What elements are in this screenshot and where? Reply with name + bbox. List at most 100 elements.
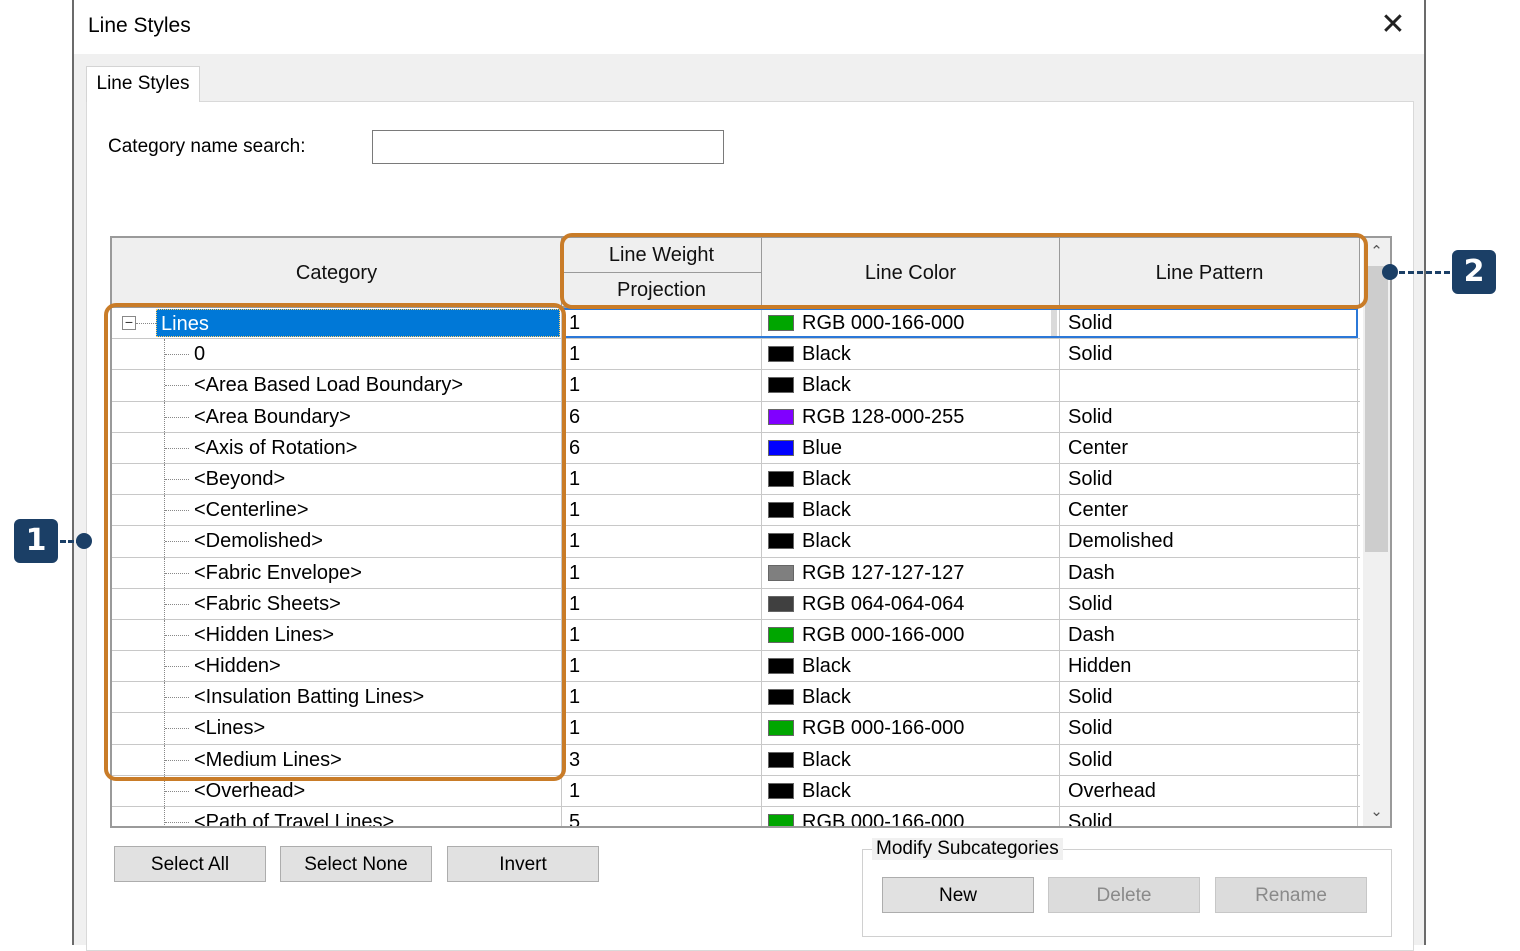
line-weight-cell[interactable]: 1 bbox=[562, 308, 762, 339]
table-row[interactable]: <Area Boundary> 6 RGB 128-000-255 Solid bbox=[112, 401, 1360, 433]
table-row[interactable]: <Area Based Load Boundary> 1 Black bbox=[112, 370, 1360, 402]
line-weight-cell[interactable]: 1 bbox=[562, 775, 762, 806]
table-row[interactable]: <Fabric Envelope> 1 RGB 127-127-127 Dash bbox=[112, 557, 1360, 589]
line-weight-cell[interactable]: 1 bbox=[562, 495, 762, 526]
category-cell[interactable]: <Area Boundary> bbox=[112, 401, 562, 432]
line-weight-cell[interactable]: 1 bbox=[562, 588, 762, 619]
line-color-cell[interactable]: RGB 000-166-000 bbox=[762, 807, 1060, 826]
line-pattern-cell[interactable]: Solid bbox=[1060, 713, 1358, 744]
table-row[interactable]: <Lines> 1 RGB 000-166-000 Solid bbox=[112, 713, 1360, 745]
column-header-projection[interactable]: Projection bbox=[562, 273, 761, 308]
line-color-cell[interactable]: Black bbox=[762, 370, 1060, 401]
line-color-cell[interactable]: Black bbox=[762, 526, 1060, 557]
line-color-cell[interactable]: Black bbox=[762, 495, 1060, 526]
category-cell[interactable]: <Fabric Sheets> bbox=[112, 588, 562, 619]
table-row[interactable]: <Medium Lines> 3 Black Solid bbox=[112, 744, 1360, 776]
line-color-cell[interactable]: Black bbox=[762, 682, 1060, 713]
line-weight-cell[interactable]: 1 bbox=[562, 526, 762, 557]
line-color-cell[interactable]: RGB 128-000-255 bbox=[762, 401, 1060, 432]
table-row[interactable]: <Axis of Rotation> 6 Blue Center bbox=[112, 432, 1360, 464]
invert-button[interactable]: Invert bbox=[447, 846, 599, 882]
table-row[interactable]: <Hidden> 1 Black Hidden bbox=[112, 651, 1360, 683]
category-cell[interactable]: <Path of Travel Lines> bbox=[112, 807, 562, 826]
category-cell[interactable]: <Overhead> bbox=[112, 775, 562, 806]
line-weight-cell[interactable]: 1 bbox=[562, 370, 762, 401]
close-icon[interactable]: ✕ bbox=[1376, 8, 1410, 42]
category-cell[interactable]: <Lines> bbox=[112, 713, 562, 744]
table-row[interactable]: <Overhead> 1 Black Overhead bbox=[112, 775, 1360, 807]
line-weight-cell[interactable]: 1 bbox=[562, 557, 762, 588]
line-color-cell[interactable]: RGB 000-166-000 bbox=[762, 308, 1060, 339]
category-cell[interactable]: <Hidden> bbox=[112, 651, 562, 682]
category-cell[interactable]: <Beyond> bbox=[112, 463, 562, 495]
select-none-button[interactable]: Select None bbox=[280, 846, 432, 882]
category-cell[interactable]: − Lines bbox=[112, 308, 562, 339]
table-row[interactable]: <Centerline> 1 Black Center bbox=[112, 495, 1360, 527]
category-cell[interactable]: <Axis of Rotation> bbox=[112, 432, 562, 463]
lines-category-label[interactable]: Lines bbox=[156, 309, 560, 337]
scroll-down-icon[interactable]: ⌄ bbox=[1363, 798, 1390, 826]
category-cell[interactable]: <Area Based Load Boundary> bbox=[112, 370, 562, 401]
line-weight-cell[interactable]: 1 bbox=[562, 463, 762, 495]
line-weight-cell[interactable]: 1 bbox=[562, 339, 762, 370]
line-pattern-cell[interactable]: Solid bbox=[1060, 463, 1358, 495]
scroll-up-icon[interactable]: ⌃ bbox=[1363, 238, 1390, 266]
line-weight-cell[interactable]: 1 bbox=[562, 651, 762, 682]
line-color-cell[interactable]: Black bbox=[762, 463, 1060, 495]
category-cell[interactable]: <Hidden Lines> bbox=[112, 619, 562, 651]
line-pattern-cell[interactable]: Overhead bbox=[1060, 775, 1358, 806]
line-pattern-cell[interactable]: Solid bbox=[1060, 588, 1358, 619]
line-pattern-cell[interactable] bbox=[1060, 370, 1358, 401]
line-weight-cell[interactable]: 3 bbox=[562, 744, 762, 775]
line-color-cell[interactable]: RGB 000-166-000 bbox=[762, 619, 1060, 651]
line-pattern-cell[interactable]: Solid bbox=[1060, 682, 1358, 713]
new-button[interactable]: New bbox=[882, 877, 1034, 913]
collapse-icon[interactable]: − bbox=[122, 315, 136, 330]
column-header-category[interactable]: Category bbox=[112, 238, 562, 308]
category-cell[interactable]: <Centerline> bbox=[112, 495, 562, 526]
line-weight-cell[interactable]: 1 bbox=[562, 713, 762, 744]
line-color-cell[interactable]: RGB 127-127-127 bbox=[762, 557, 1060, 588]
column-header-line-weight-label[interactable]: Line Weight bbox=[562, 238, 761, 273]
line-pattern-cell[interactable]: Solid bbox=[1060, 308, 1358, 339]
category-cell[interactable]: 0 bbox=[112, 339, 562, 370]
line-pattern-cell[interactable]: Solid bbox=[1060, 339, 1358, 370]
table-row[interactable]: <Insulation Batting Lines> 1 Black Solid bbox=[112, 682, 1360, 714]
line-pattern-cell[interactable]: Dash bbox=[1060, 557, 1358, 588]
line-color-cell[interactable]: Black bbox=[762, 775, 1060, 806]
line-pattern-cell[interactable]: Dash bbox=[1060, 619, 1358, 651]
line-weight-cell[interactable]: 1 bbox=[562, 682, 762, 713]
line-weight-cell[interactable]: 6 bbox=[562, 432, 762, 463]
table-row-lines[interactable]: − Lines 1 RGB 000-166-000 Solid bbox=[112, 308, 1360, 340]
vertical-scrollbar[interactable]: ⌃ ⌄ bbox=[1363, 238, 1390, 826]
line-color-cell[interactable]: Black bbox=[762, 651, 1060, 682]
category-cell[interactable]: <Medium Lines> bbox=[112, 744, 562, 775]
column-header-line-pattern[interactable]: Line Pattern bbox=[1060, 238, 1360, 308]
line-color-cell[interactable]: Black bbox=[762, 744, 1060, 775]
line-pattern-cell[interactable]: Solid bbox=[1060, 401, 1358, 432]
category-cell[interactable]: <Demolished> bbox=[112, 526, 562, 557]
column-header-line-color[interactable]: Line Color bbox=[762, 238, 1060, 308]
line-pattern-cell[interactable]: Demolished bbox=[1060, 526, 1358, 557]
category-search-input[interactable] bbox=[372, 130, 724, 164]
line-pattern-cell[interactable]: Solid bbox=[1060, 807, 1358, 826]
table-row[interactable]: <Hidden Lines> 1 RGB 000-166-000 Dash bbox=[112, 619, 1360, 652]
line-weight-cell[interactable]: 1 bbox=[562, 619, 762, 651]
line-color-cell[interactable]: RGB 000-166-000 bbox=[762, 713, 1060, 744]
table-row[interactable]: 0 1 Black Solid bbox=[112, 339, 1360, 371]
category-cell[interactable]: <Insulation Batting Lines> bbox=[112, 682, 562, 713]
line-weight-cell[interactable]: 5 bbox=[562, 807, 762, 826]
line-pattern-cell[interactable]: Center bbox=[1060, 432, 1358, 463]
table-row[interactable]: <Beyond> 1 Black Solid bbox=[112, 463, 1360, 496]
tab-line-styles[interactable]: Line Styles bbox=[86, 66, 200, 102]
line-pattern-cell[interactable]: Hidden bbox=[1060, 651, 1358, 682]
line-pattern-cell[interactable]: Solid bbox=[1060, 744, 1358, 775]
category-cell[interactable]: <Fabric Envelope> bbox=[112, 557, 562, 588]
scroll-thumb[interactable] bbox=[1365, 266, 1388, 552]
line-weight-cell[interactable]: 6 bbox=[562, 401, 762, 432]
line-color-cell[interactable]: RGB 064-064-064 bbox=[762, 588, 1060, 619]
table-row[interactable]: <Path of Travel Lines> 5 RGB 000-166-000 So… bbox=[112, 807, 1360, 826]
line-color-cell[interactable]: Black bbox=[762, 339, 1060, 370]
line-pattern-cell[interactable]: Center bbox=[1060, 495, 1358, 526]
select-all-button[interactable]: Select All bbox=[114, 846, 266, 882]
